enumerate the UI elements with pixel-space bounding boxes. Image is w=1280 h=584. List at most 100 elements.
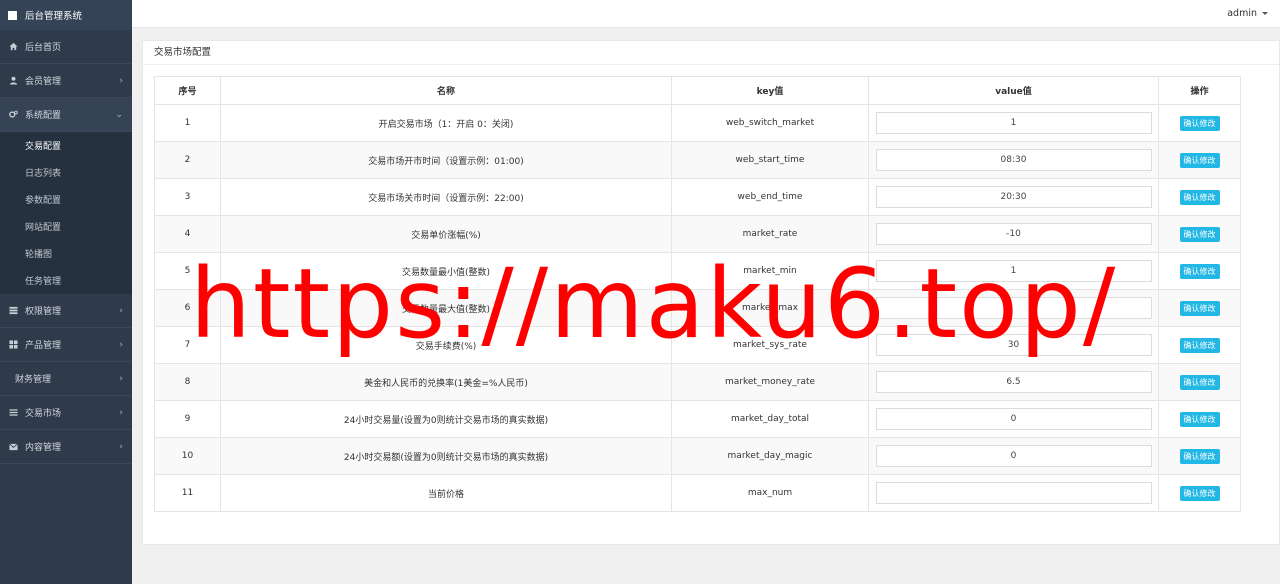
- row-value-cell: [868, 215, 1159, 253]
- submenu-item-trade-config[interactable]: 交易配置: [0, 132, 132, 159]
- sidebar-item-members[interactable]: 会员管理 ›: [0, 64, 132, 98]
- app-brand[interactable]: 后台管理系统: [0, 0, 132, 30]
- sidebar-item-system-config[interactable]: 系统配置 ⌄: [0, 98, 132, 132]
- value-input[interactable]: [875, 223, 1152, 245]
- confirm-edit-button[interactable]: 确认修改: [1179, 374, 1220, 390]
- table-row: 6 交易数量最大值(整数) market_max 确认修改: [154, 289, 1241, 327]
- confirm-edit-button[interactable]: 确认修改: [1179, 115, 1220, 131]
- sidebar-item-products[interactable]: 产品管理 ›: [0, 328, 132, 362]
- confirm-edit-button[interactable]: 确认修改: [1179, 448, 1220, 464]
- value-input[interactable]: [875, 445, 1152, 467]
- user-menu[interactable]: admin: [1227, 8, 1268, 19]
- row-action-cell: 确认修改: [1158, 326, 1241, 364]
- column-header: 序号: [154, 76, 221, 105]
- table-row: 4交易单价涨幅(%)market_rate 确认修改: [154, 215, 1241, 253]
- system-config-submenu: 交易配置 日志列表 参数配置 网站配置 轮播图 任务管理: [0, 132, 132, 294]
- confirm-edit-button[interactable]: 确认修改: [1179, 337, 1220, 353]
- top-bar: admin: [132, 0, 1280, 28]
- table-row: 10 24小时交易额(设置为0则统计交易市场的真实数据) market_day_ma…: [154, 437, 1241, 475]
- sidebar-item-permissions[interactable]: 权限管理 ›: [0, 294, 132, 328]
- chevron-right-icon: ›: [119, 441, 123, 452]
- value-input[interactable]: [875, 186, 1152, 208]
- caret-down-icon: [1262, 12, 1268, 15]
- row-value-cell: [868, 363, 1159, 401]
- row-index: 6: [154, 289, 221, 327]
- column-header: 操作: [1158, 76, 1241, 105]
- value-input[interactable]: [875, 149, 1152, 171]
- row-name: 24小时交易额(设置为0则统计交易市场的真实数据): [220, 437, 672, 475]
- row-name: 交易市场开市时间（设置示例：01:00): [220, 141, 672, 179]
- config-panel: 交易市场配置 序号 名称 key值 value值 操作 1 开启交易市场（1：开启…: [142, 40, 1280, 545]
- confirm-edit-button[interactable]: 确认修改: [1179, 411, 1220, 427]
- submenu-item-params[interactable]: 参数配置: [0, 186, 132, 213]
- sidebar-item-finance[interactable]: 财务管理 ›: [0, 362, 132, 396]
- sidebar-item-label: 后台首页: [25, 43, 62, 53]
- submenu-item-site-config[interactable]: 网站配置: [0, 213, 132, 240]
- submenu-item-log-list[interactable]: 日志列表: [0, 159, 132, 186]
- row-key: web_switch_market: [671, 104, 869, 142]
- envelope-icon: [9, 442, 18, 451]
- row-index: 9: [154, 400, 221, 438]
- row-value-cell: [868, 178, 1159, 216]
- row-key: market_day_magic: [671, 437, 869, 475]
- table-row: 3交易市场关市时间（设置示例：22:00)web_end_time 确认修改: [154, 178, 1241, 216]
- value-input[interactable]: [875, 408, 1152, 430]
- row-index: 11: [154, 474, 221, 512]
- row-value-cell: [868, 437, 1159, 475]
- row-value-cell: [868, 326, 1159, 364]
- row-key: market_money_rate: [671, 363, 869, 401]
- windows-icon: [9, 340, 18, 349]
- row-value-cell: [868, 289, 1159, 327]
- chevron-down-icon: ⌄: [115, 109, 123, 120]
- sidebar-item-market[interactable]: 交易市场 ›: [0, 396, 132, 430]
- row-index: 8: [154, 363, 221, 401]
- chevron-right-icon: ›: [119, 339, 123, 350]
- row-index: 5: [154, 252, 221, 290]
- confirm-edit-button[interactable]: 确认修改: [1179, 263, 1220, 279]
- chevron-right-icon: ›: [119, 75, 123, 86]
- confirm-edit-button[interactable]: 确认修改: [1179, 226, 1220, 242]
- confirm-edit-button[interactable]: 确认修改: [1179, 485, 1220, 501]
- row-action-cell: 确认修改: [1158, 252, 1241, 290]
- row-action-cell: 确认修改: [1158, 215, 1241, 253]
- confirm-edit-button[interactable]: 确认修改: [1179, 300, 1220, 316]
- table-row: 8美金和人民币的兑换率(1美金=%人民币)market_money_rate 确认…: [154, 363, 1241, 401]
- value-input[interactable]: [875, 297, 1152, 319]
- table-row: 2交易市场开市时间（设置示例：01:00)web_start_time 确认修改: [154, 141, 1241, 179]
- submenu-item-carousel[interactable]: 轮播图: [0, 240, 132, 267]
- confirm-edit-button[interactable]: 确认修改: [1179, 152, 1220, 168]
- confirm-edit-button[interactable]: 确认修改: [1179, 189, 1220, 205]
- row-key: web_end_time: [671, 178, 869, 216]
- row-name: 24小时交易量(设置为0则统计交易市场的真实数据): [220, 400, 672, 438]
- row-index: 10: [154, 437, 221, 475]
- value-input[interactable]: [875, 260, 1152, 282]
- value-input[interactable]: [875, 371, 1152, 393]
- row-name: 交易市场关市时间（设置示例：22:00): [220, 178, 672, 216]
- row-index: 4: [154, 215, 221, 253]
- sidebar: 后台管理系统 后台首页 会员管理 › 系统配置 ⌄ 交易配置 日志列表 参数配置…: [0, 0, 132, 584]
- row-key: max_num: [671, 474, 869, 512]
- column-header: key值: [671, 76, 869, 105]
- chevron-right-icon: ›: [119, 407, 123, 418]
- panel-title: 交易市场配置: [143, 41, 1279, 65]
- row-name: 美金和人民币的兑换率(1美金=%人民币): [220, 363, 672, 401]
- submenu-item-tasks[interactable]: 任务管理: [0, 267, 132, 294]
- row-action-cell: 确认修改: [1158, 178, 1241, 216]
- row-action-cell: 确认修改: [1158, 474, 1241, 512]
- row-name: 交易单价涨幅(%): [220, 215, 672, 253]
- row-action-cell: 确认修改: [1158, 437, 1241, 475]
- sidebar-item-home[interactable]: 后台首页: [0, 30, 132, 64]
- value-input[interactable]: [875, 482, 1152, 504]
- value-input[interactable]: [875, 334, 1152, 356]
- sidebar-item-content[interactable]: 内容管理 ›: [0, 430, 132, 464]
- column-header: value值: [868, 76, 1159, 105]
- sidebar-item-label: 交易市场: [25, 409, 62, 419]
- row-key: market_min: [671, 252, 869, 290]
- row-index: 1: [154, 104, 221, 142]
- value-input[interactable]: [875, 112, 1152, 134]
- row-key: market_rate: [671, 215, 869, 253]
- row-action-cell: 确认修改: [1158, 363, 1241, 401]
- row-index: 3: [154, 178, 221, 216]
- row-name: 交易手续费(%): [220, 326, 672, 364]
- table-header-row: 序号 名称 key值 value值 操作: [154, 76, 1241, 105]
